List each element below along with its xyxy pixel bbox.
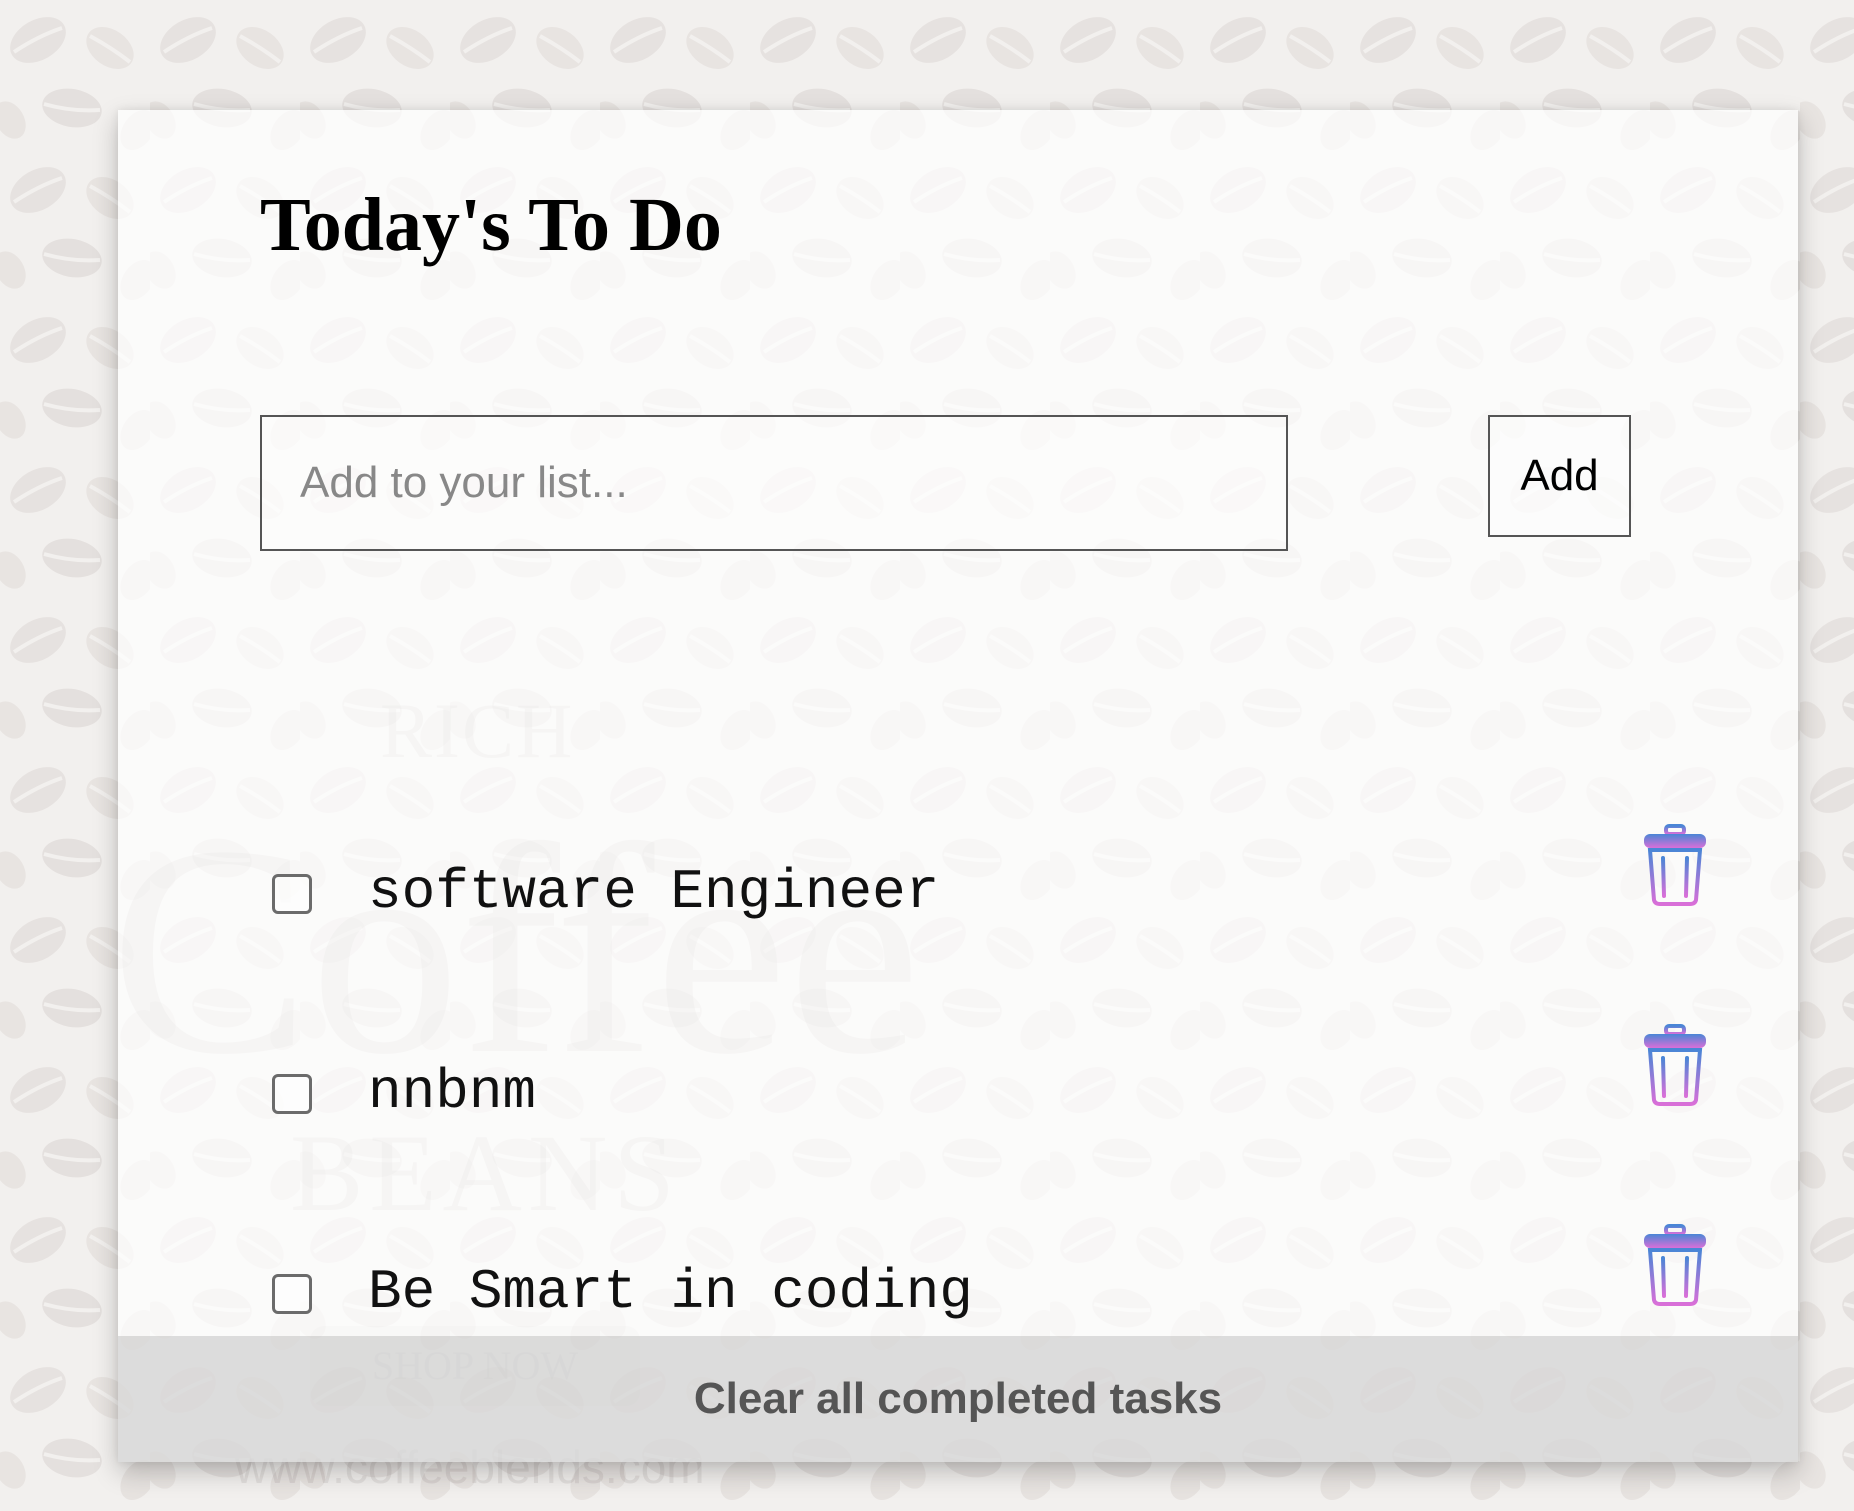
task-list: software Engineer nnbnm Be Smart in codi…: [260, 760, 1710, 1360]
task-checkbox[interactable]: [272, 1074, 312, 1114]
add-button[interactable]: Add: [1488, 415, 1631, 537]
task-item: nnbnm: [260, 960, 1710, 1160]
task-text: software Engineer: [368, 860, 940, 924]
task-text: Be Smart in coding: [368, 1260, 973, 1324]
page-title: Today's To Do: [260, 183, 722, 267]
trash-icon[interactable]: [1640, 1224, 1710, 1306]
trash-icon[interactable]: [1640, 1024, 1710, 1106]
task-item: Be Smart in coding: [260, 1160, 1710, 1360]
task-text: nnbnm: [368, 1060, 537, 1124]
clear-completed-button[interactable]: Clear all completed tasks: [674, 1368, 1242, 1430]
task-checkbox[interactable]: [272, 874, 312, 914]
todo-card: Today's To Do Add software Engineer: [118, 110, 1798, 1462]
task-item: software Engineer: [260, 760, 1710, 960]
trash-icon[interactable]: [1640, 824, 1710, 906]
task-checkbox[interactable]: [272, 1274, 312, 1314]
add-task-input[interactable]: [260, 415, 1288, 551]
footer-bar: Clear all completed tasks: [118, 1336, 1798, 1462]
